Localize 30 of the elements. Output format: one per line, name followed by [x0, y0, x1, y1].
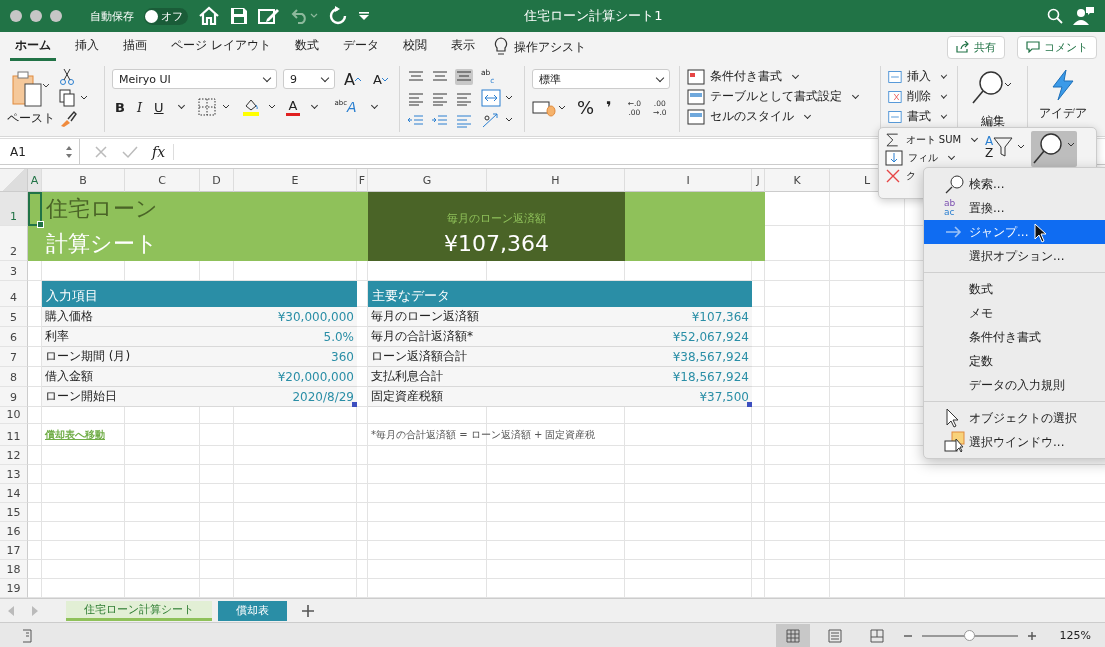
footnote: *毎月の合計返済額 = ローン返済額 + 固定資産税	[370, 428, 597, 442]
payment-label: 毎月のローン返済額	[446, 211, 547, 226]
table-cell: 購入価格	[45, 308, 93, 325]
table-cell: ¥107,364	[691, 309, 749, 324]
table-cell: ローン返済額合計	[371, 348, 467, 365]
table-cell: 支払利息合計	[371, 368, 443, 385]
table-cell: ¥52,067,924	[672, 329, 749, 344]
table-header: 主要なデータ	[368, 281, 752, 307]
table-header: 入力項目	[42, 281, 357, 307]
table-cell: ¥37,500	[699, 389, 749, 404]
table-cell: ローン期間 (月)	[45, 348, 131, 365]
table-cell: 5.0%	[323, 329, 354, 344]
table-cell: ¥38,567,924	[672, 349, 749, 364]
table-cell: 毎月の合計返済額*	[371, 328, 473, 345]
payment-amount: ¥107,364	[443, 231, 550, 256]
sheet-title: 計算シート	[45, 229, 159, 258]
table-cell: ローン開始日	[45, 388, 117, 405]
window-title: 住宅ローン計算シート1	[523, 7, 664, 25]
table-cell: ¥20,000,000	[277, 369, 354, 384]
replace-icon: ab ac	[944, 199, 956, 217]
table-cell: ¥30,000,000	[277, 309, 354, 324]
table-cell: 利率	[45, 328, 69, 345]
autosave-label: 自動保存	[90, 8, 134, 24]
table-cell: 固定資産税額	[371, 388, 443, 405]
sheet-title: 住宅ローン	[45, 195, 159, 223]
table-cell: 借入金額	[45, 368, 93, 385]
table-cell: 2020/8/29	[292, 389, 354, 404]
table-cell: 360	[331, 349, 354, 364]
table-cell: 毎月のローン返済額	[371, 308, 479, 325]
table-cell: ¥18,567,924	[672, 369, 749, 384]
